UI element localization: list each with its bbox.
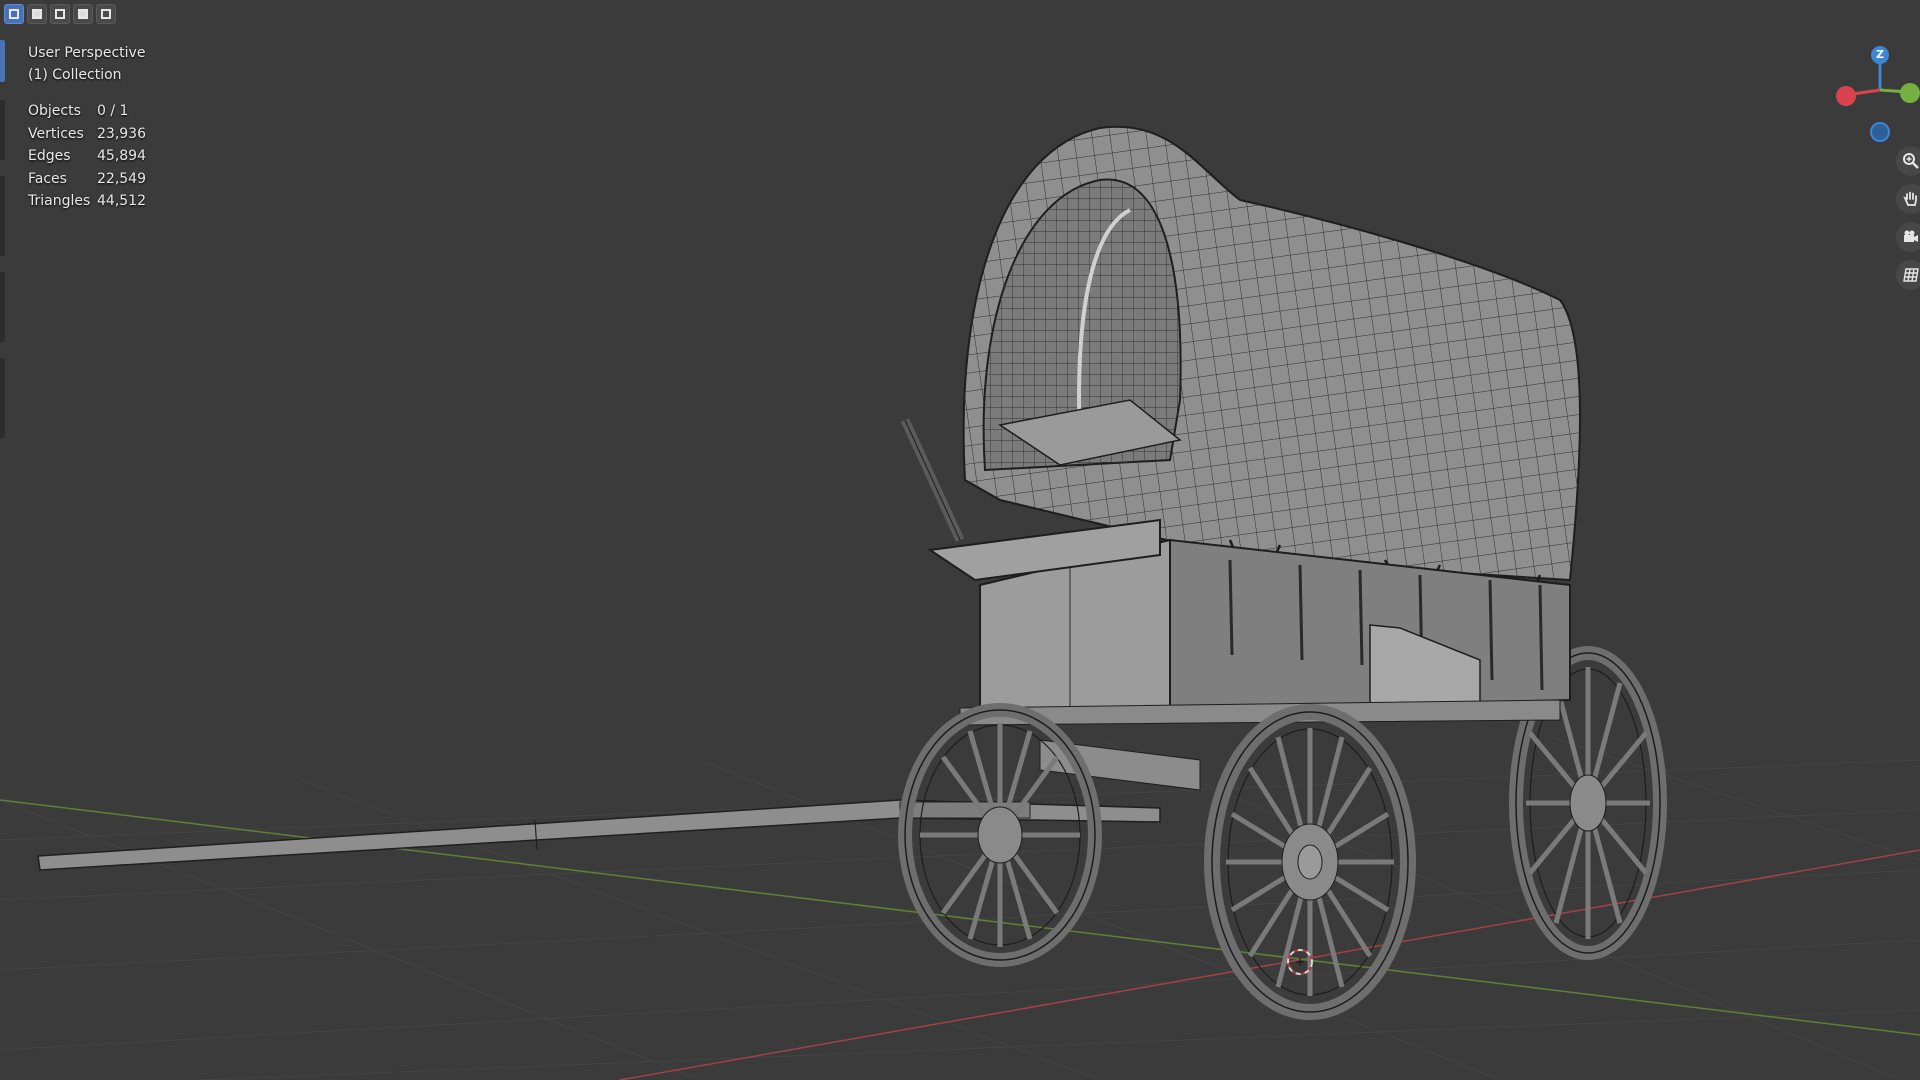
ortho-toggle-button[interactable]: [1896, 260, 1920, 290]
toolbar-cursor-tool[interactable]: [0, 100, 5, 160]
select-invert-icon[interactable]: [73, 4, 93, 24]
zoom-button[interactable]: [1896, 146, 1920, 176]
scene-statistics: Objects 0 / 1 Vertices 23,936 Edges 45,8…: [28, 100, 146, 213]
stat-label: Edges: [28, 148, 71, 164]
toolbar-transform-tool[interactable]: [0, 176, 5, 256]
stat-label: Vertices: [28, 125, 84, 142]
front-wheel-left: [898, 703, 1102, 967]
select-new-icon[interactable]: [4, 4, 24, 24]
select-intersect-icon[interactable]: [96, 4, 116, 24]
selection-mode-bar: [4, 4, 116, 24]
gizmo-z-label: Z: [1876, 48, 1884, 61]
3d-viewport[interactable]: User Perspective (1) Collection Objects …: [0, 0, 1920, 1080]
stat-value: 44,512: [97, 193, 146, 209]
stat-label: Faces: [28, 170, 67, 187]
gizmo-z-negative[interactable]: [1870, 122, 1890, 142]
toolbar-select-tool[interactable]: [0, 40, 5, 82]
toolbar-edge: [0, 40, 6, 460]
toolbar-annotate-tool[interactable]: [0, 272, 5, 342]
camera-view-button[interactable]: [1896, 222, 1920, 252]
pan-hand-icon: [1903, 191, 1917, 206]
stat-label: Triangles: [28, 193, 91, 209]
floor-grid: [0, 719, 1920, 1080]
collection-name: (1) Collection: [28, 67, 122, 83]
stat-value: 23,936: [97, 125, 146, 142]
camera-view-icon: [1904, 230, 1918, 242]
stat-label: Objects: [28, 103, 81, 119]
pan-button[interactable]: [1896, 184, 1920, 214]
stat-value: 0 / 1: [97, 103, 129, 119]
gizmo-y-positive[interactable]: [1900, 83, 1920, 103]
zoom-icon: [1903, 153, 1919, 169]
toolbar-measure-tool[interactable]: [0, 358, 5, 438]
view-name: User Perspective: [28, 45, 146, 61]
viewport-info-overlay: User Perspective (1) Collection Objects …: [28, 42, 146, 213]
gizmo-x-positive[interactable]: [1836, 86, 1856, 106]
select-subtract-icon[interactable]: [50, 4, 70, 24]
ortho-grid-icon: [1903, 268, 1919, 282]
viewport-scene[interactable]: [0, 0, 1920, 1080]
stat-value: 45,894: [97, 148, 146, 164]
navigation-gizmo[interactable]: Z: [1830, 40, 1920, 150]
select-extend-icon[interactable]: [27, 4, 47, 24]
stat-value: 22,549: [97, 170, 146, 187]
